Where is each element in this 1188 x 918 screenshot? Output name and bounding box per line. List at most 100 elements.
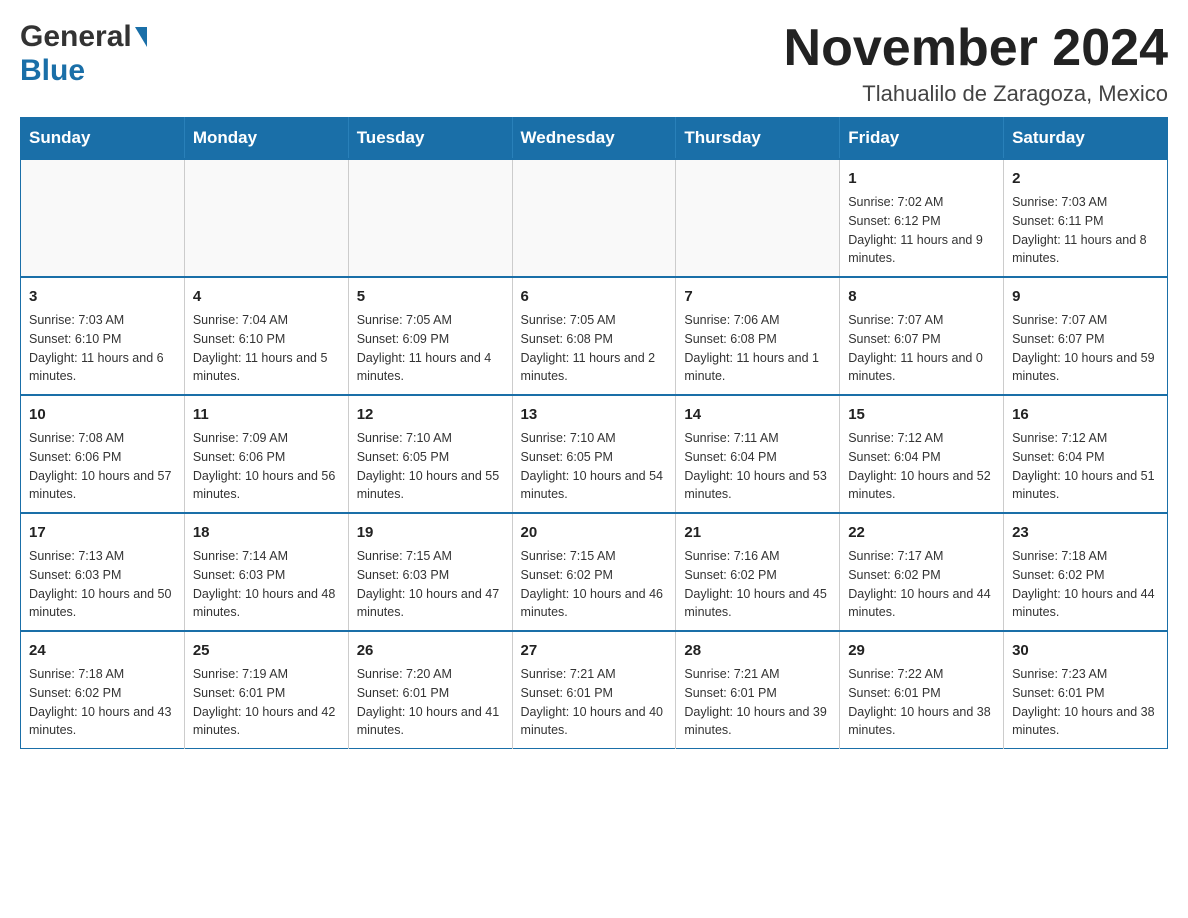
day-number: 12	[357, 404, 504, 425]
day-number: 30	[1012, 640, 1159, 661]
weekday-header-saturday: Saturday	[1004, 118, 1168, 160]
day-info: Sunrise: 7:05 AMSunset: 6:08 PMDaylight:…	[521, 311, 668, 386]
calendar-week-3: 10Sunrise: 7:08 AMSunset: 6:06 PMDayligh…	[21, 395, 1168, 513]
calendar-week-5: 24Sunrise: 7:18 AMSunset: 6:02 PMDayligh…	[21, 631, 1168, 749]
day-number: 22	[848, 522, 995, 543]
calendar-header: SundayMondayTuesdayWednesdayThursdayFrid…	[21, 118, 1168, 160]
calendar-day-cell: 16 Sunrise: 7:12 AMSunset: 6:04 PMDayligh…	[1004, 395, 1168, 513]
day-info: Sunrise: 7:03 AMSunset: 6:11 PMDaylight:…	[1012, 193, 1159, 268]
calendar-day-cell: 21Sunrise: 7:16 AMSunset: 6:02 PMDayligh…	[676, 513, 840, 631]
day-number: 29	[848, 640, 995, 661]
day-number: 6	[521, 286, 668, 307]
calendar-day-cell: 23 Sunrise: 7:18 AMSunset: 6:02 PMDayligh…	[1004, 513, 1168, 631]
day-info: Sunrise: 7:22 AMSunset: 6:01 PMDaylight:…	[848, 665, 995, 740]
calendar-week-2: 3Sunrise: 7:03 AMSunset: 6:10 PMDaylight…	[21, 277, 1168, 395]
title-section: November 2024 Tlahualilo de Zaragoza, Me…	[784, 20, 1168, 107]
calendar-day-cell: 24Sunrise: 7:18 AMSunset: 6:02 PMDayligh…	[21, 631, 185, 749]
calendar-table: SundayMondayTuesdayWednesdayThursdayFrid…	[20, 117, 1168, 749]
day-number: 25	[193, 640, 340, 661]
calendar-day-cell: 25 Sunrise: 7:19 AMSunset: 6:01 PMDayligh…	[184, 631, 348, 749]
calendar-day-cell: 26 Sunrise: 7:20 AMSunset: 6:01 PMDayligh…	[348, 631, 512, 749]
calendar-day-cell	[348, 159, 512, 277]
day-number: 18	[193, 522, 340, 543]
day-number: 8	[848, 286, 995, 307]
day-number: 1	[848, 168, 995, 189]
day-number: 26	[357, 640, 504, 661]
day-number: 21	[684, 522, 831, 543]
calendar-body: 1Sunrise: 7:02 AMSunset: 6:12 PMDaylight…	[21, 159, 1168, 749]
calendar-day-cell	[676, 159, 840, 277]
day-info: Sunrise: 7:19 AMSunset: 6:01 PMDaylight:…	[193, 665, 340, 740]
day-number: 28	[684, 640, 831, 661]
calendar-day-cell: 5Sunrise: 7:05 AMSunset: 6:09 PMDaylight…	[348, 277, 512, 395]
day-number: 2	[1012, 168, 1159, 189]
weekday-header-row: SundayMondayTuesdayWednesdayThursdayFrid…	[21, 118, 1168, 160]
logo-triangle-icon	[135, 27, 147, 47]
day-info: Sunrise: 7:12 AMSunset: 6:04 PMDaylight:…	[848, 429, 995, 504]
day-number: 7	[684, 286, 831, 307]
day-number: 13	[521, 404, 668, 425]
calendar-day-cell	[512, 159, 676, 277]
calendar-day-cell: 29 Sunrise: 7:22 AMSunset: 6:01 PMDayligh…	[840, 631, 1004, 749]
calendar-day-cell: 20 Sunrise: 7:15 AMSunset: 6:02 PMDayligh…	[512, 513, 676, 631]
day-number: 19	[357, 522, 504, 543]
day-info: Sunrise: 7:09 AMSunset: 6:06 PMDaylight:…	[193, 429, 340, 504]
day-info: Sunrise: 7:04 AMSunset: 6:10 PMDaylight:…	[193, 311, 340, 386]
calendar-day-cell: 9 Sunrise: 7:07 AMSunset: 6:07 PMDaylight…	[1004, 277, 1168, 395]
day-info: Sunrise: 7:17 AMSunset: 6:02 PMDaylight:…	[848, 547, 995, 622]
calendar-day-cell: 8Sunrise: 7:07 AMSunset: 6:07 PMDaylight…	[840, 277, 1004, 395]
day-number: 23	[1012, 522, 1159, 543]
calendar-day-cell: 15Sunrise: 7:12 AMSunset: 6:04 PMDayligh…	[840, 395, 1004, 513]
calendar-day-cell: 3Sunrise: 7:03 AMSunset: 6:10 PMDaylight…	[21, 277, 185, 395]
day-info: Sunrise: 7:10 AMSunset: 6:05 PMDaylight:…	[521, 429, 668, 504]
day-info: Sunrise: 7:21 AMSunset: 6:01 PMDaylight:…	[684, 665, 831, 740]
calendar-day-cell: 10Sunrise: 7:08 AMSunset: 6:06 PMDayligh…	[21, 395, 185, 513]
page-header: General Blue November 2024 Tlahualilo de…	[20, 20, 1168, 107]
calendar-week-1: 1Sunrise: 7:02 AMSunset: 6:12 PMDaylight…	[21, 159, 1168, 277]
day-number: 17	[29, 522, 176, 543]
calendar-day-cell	[184, 159, 348, 277]
day-info: Sunrise: 7:14 AMSunset: 6:03 PMDaylight:…	[193, 547, 340, 622]
day-info: Sunrise: 7:13 AMSunset: 6:03 PMDaylight:…	[29, 547, 176, 622]
day-number: 27	[521, 640, 668, 661]
calendar-day-cell: 11Sunrise: 7:09 AMSunset: 6:06 PMDayligh…	[184, 395, 348, 513]
weekday-header-thursday: Thursday	[676, 118, 840, 160]
weekday-header-monday: Monday	[184, 118, 348, 160]
day-number: 16	[1012, 404, 1159, 425]
calendar-day-cell: 2 Sunrise: 7:03 AMSunset: 6:11 PMDaylight…	[1004, 159, 1168, 277]
calendar-day-cell: 19 Sunrise: 7:15 AMSunset: 6:03 PMDayligh…	[348, 513, 512, 631]
day-number: 20	[521, 522, 668, 543]
calendar-day-cell: 17 Sunrise: 7:13 AMSunset: 6:03 PMDayligh…	[21, 513, 185, 631]
calendar-day-cell: 13 Sunrise: 7:10 AMSunset: 6:05 PMDayligh…	[512, 395, 676, 513]
day-info: Sunrise: 7:23 AMSunset: 6:01 PMDaylight:…	[1012, 665, 1159, 740]
calendar-day-cell: 12Sunrise: 7:10 AMSunset: 6:05 PMDayligh…	[348, 395, 512, 513]
calendar-week-4: 17 Sunrise: 7:13 AMSunset: 6:03 PMDayligh…	[21, 513, 1168, 631]
calendar-day-cell: 4Sunrise: 7:04 AMSunset: 6:10 PMDaylight…	[184, 277, 348, 395]
day-info: Sunrise: 7:15 AMSunset: 6:03 PMDaylight:…	[357, 547, 504, 622]
logo-general-text: General	[20, 20, 132, 54]
weekday-header-friday: Friday	[840, 118, 1004, 160]
day-info: Sunrise: 7:07 AMSunset: 6:07 PMDaylight:…	[1012, 311, 1159, 386]
day-info: Sunrise: 7:05 AMSunset: 6:09 PMDaylight:…	[357, 311, 504, 386]
month-year-title: November 2024	[784, 20, 1168, 77]
weekday-header-wednesday: Wednesday	[512, 118, 676, 160]
location-subtitle: Tlahualilo de Zaragoza, Mexico	[784, 81, 1168, 107]
day-number: 9	[1012, 286, 1159, 307]
day-info: Sunrise: 7:06 AMSunset: 6:08 PMDaylight:…	[684, 311, 831, 386]
day-info: Sunrise: 7:15 AMSunset: 6:02 PMDaylight:…	[521, 547, 668, 622]
day-number: 14	[684, 404, 831, 425]
day-info: Sunrise: 7:12 AMSunset: 6:04 PMDaylight:…	[1012, 429, 1159, 504]
calendar-day-cell: 6 Sunrise: 7:05 AMSunset: 6:08 PMDaylight…	[512, 277, 676, 395]
day-info: Sunrise: 7:18 AMSunset: 6:02 PMDaylight:…	[29, 665, 176, 740]
calendar-day-cell: 27Sunrise: 7:21 AMSunset: 6:01 PMDayligh…	[512, 631, 676, 749]
weekday-header-tuesday: Tuesday	[348, 118, 512, 160]
calendar-day-cell: 30 Sunrise: 7:23 AMSunset: 6:01 PMDayligh…	[1004, 631, 1168, 749]
calendar-day-cell: 28 Sunrise: 7:21 AMSunset: 6:01 PMDayligh…	[676, 631, 840, 749]
calendar-day-cell	[21, 159, 185, 277]
day-number: 3	[29, 286, 176, 307]
day-info: Sunrise: 7:18 AMSunset: 6:02 PMDaylight:…	[1012, 547, 1159, 622]
logo: General Blue	[20, 20, 147, 88]
calendar-day-cell: 14 Sunrise: 7:11 AMSunset: 6:04 PMDayligh…	[676, 395, 840, 513]
day-info: Sunrise: 7:11 AMSunset: 6:04 PMDaylight:…	[684, 429, 831, 504]
day-info: Sunrise: 7:20 AMSunset: 6:01 PMDaylight:…	[357, 665, 504, 740]
